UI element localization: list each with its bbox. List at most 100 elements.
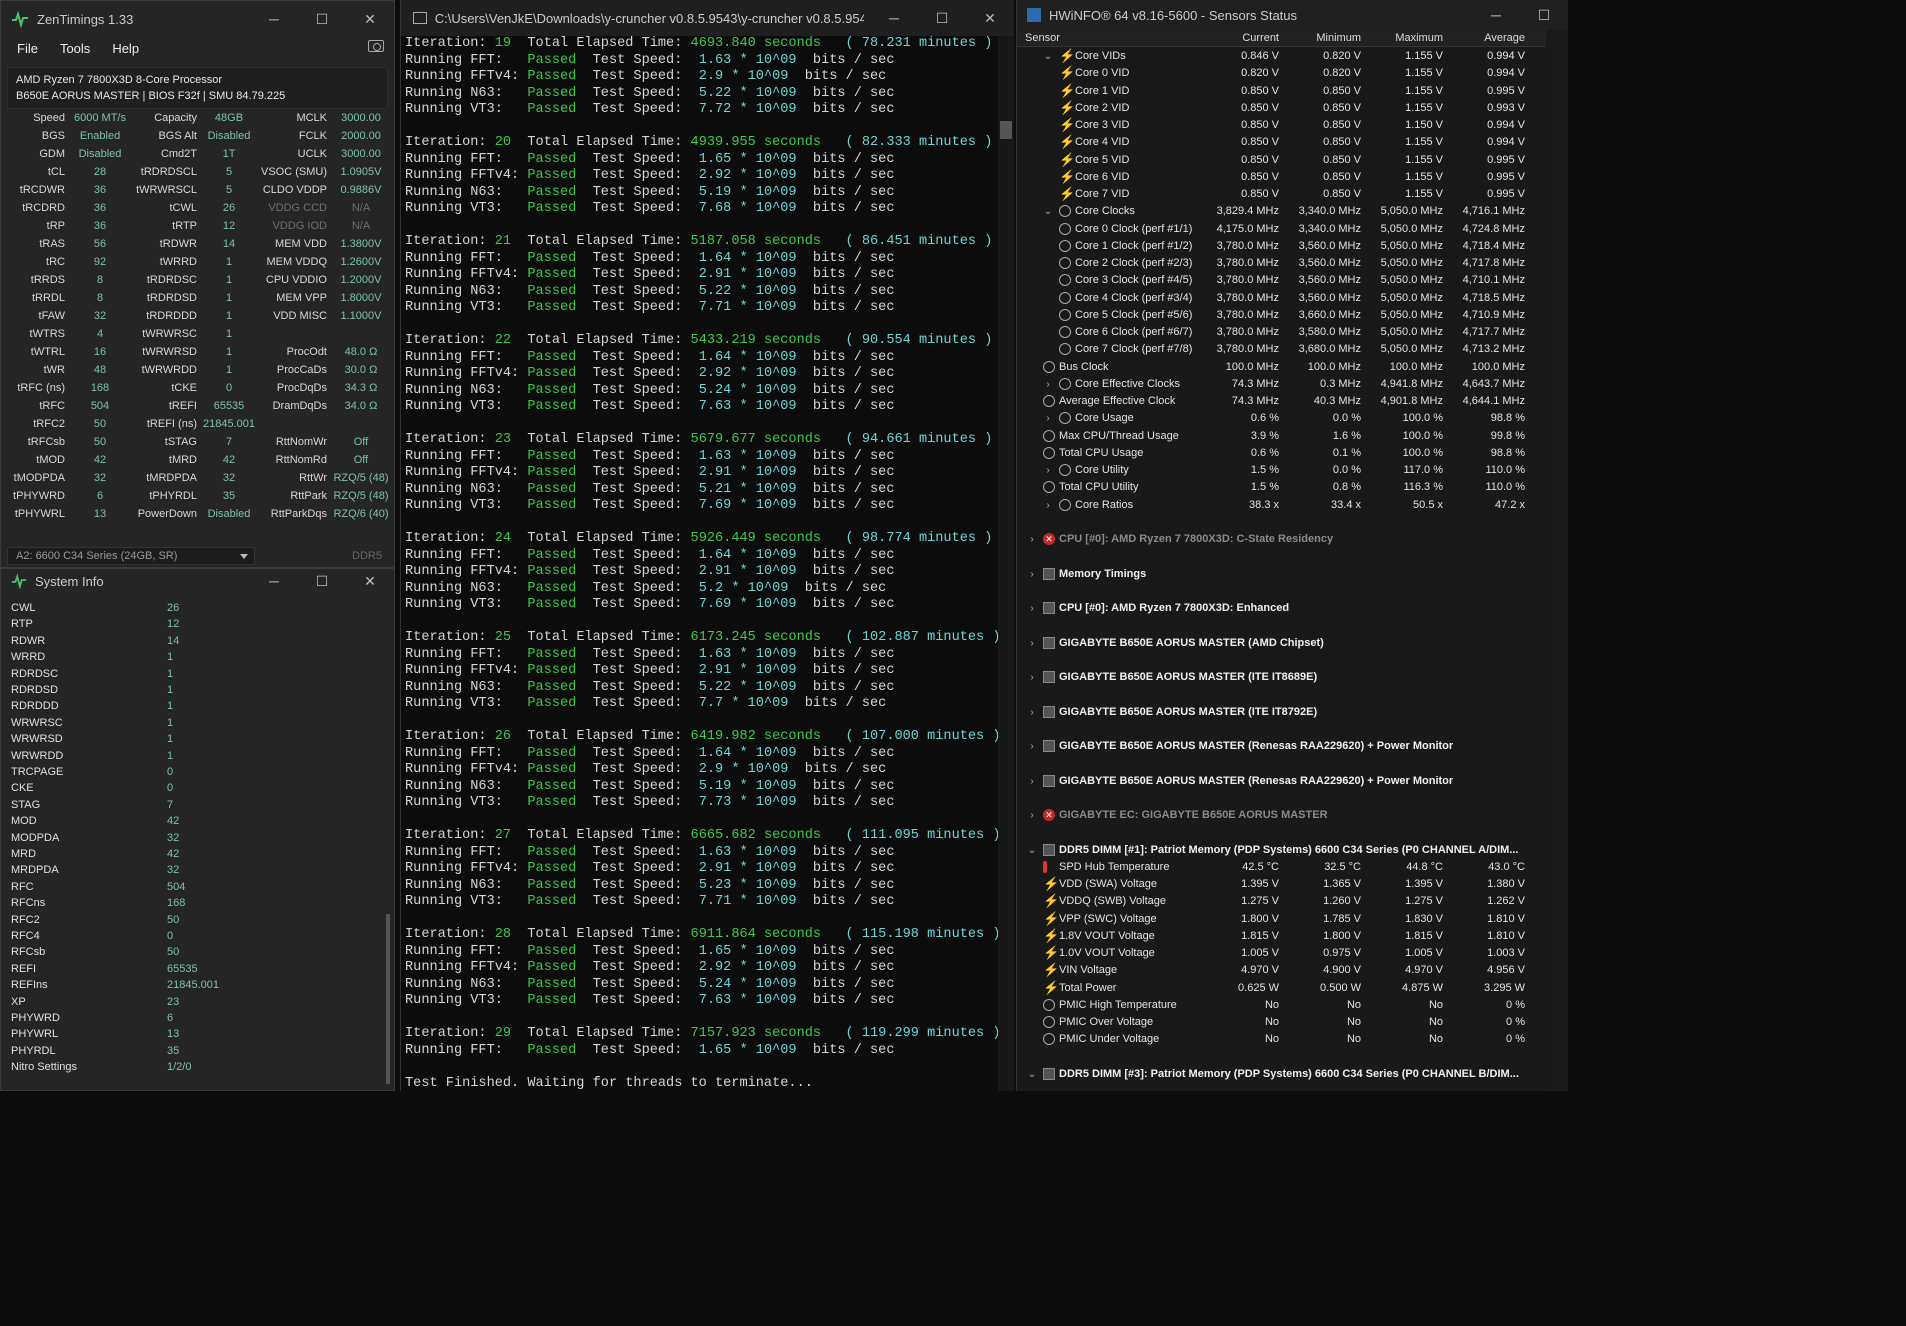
col-average[interactable]: Average	[1447, 30, 1525, 47]
sensor-row[interactable]: › Core Utility 1.5 % 0.0 % 117.0 % 110.0 %	[1017, 462, 1547, 479]
menu-file[interactable]: File	[17, 41, 38, 56]
console-titlebar[interactable]: C:\Users\VenJkE\Downloads\y-cruncher v0.…	[401, 0, 1014, 36]
col-maximum[interactable]: Maximum	[1365, 30, 1443, 47]
screenshot-camera-icon[interactable]	[368, 40, 384, 52]
sensor-current: 3,780.0 MHz	[1216, 239, 1279, 252]
collapse-chevron-icon[interactable]: ⌄	[1043, 48, 1053, 65]
sensor-row[interactable]: › Memory Timings	[1017, 566, 1547, 583]
col-current[interactable]: Current	[1201, 30, 1279, 47]
sensor-row[interactable]: › Core Effective Clocks 74.3 MHz 0.3 MHz 4,9…	[1017, 376, 1547, 393]
timing-value: 21845.001	[203, 418, 255, 430]
sensor-row: Core 6 Clock (perf #6/7) 3,780.0 MHz 3,580…	[1017, 324, 1547, 341]
lightning-icon: ⚡	[1043, 876, 1060, 891]
close-icon[interactable]: ✕	[966, 10, 1014, 27]
expand-chevron-icon[interactable]: ›	[1027, 566, 1037, 583]
collapse-chevron-icon[interactable]: ⌄	[1027, 842, 1037, 859]
console-text: Passed	[527, 102, 577, 117]
minimize-icon[interactable]: ─	[1472, 7, 1520, 24]
console-text: Running FFT:	[405, 151, 528, 167]
sensor-average: 0.993 V	[1487, 101, 1525, 114]
console-text: Test Finished. Waiting for threads to te…	[405, 1075, 813, 1091]
collapse-chevron-icon[interactable]: ⌄	[1043, 203, 1053, 220]
sensor-row[interactable]: ⌄ DDR5 DIMM [#3]: Patriot Memory (PDP Sys…	[1017, 1066, 1547, 1083]
sysinfo-value: 26	[167, 602, 180, 614]
console-text: bits / sec	[796, 52, 895, 68]
sensor-average: 0.995 V	[1487, 153, 1525, 166]
sensor-row[interactable]: › GIGABYTE B650E AORUS MASTER (Renesas RA…	[1017, 738, 1547, 755]
sensor-row[interactable]: › GIGABYTE B650E AORUS MASTER (Renesas RA…	[1017, 773, 1547, 790]
expand-chevron-icon[interactable]: ›	[1043, 376, 1053, 393]
sysinfo-scrollbar[interactable]	[386, 914, 390, 1084]
sensor-name: Total CPU Usage	[1059, 446, 1144, 459]
timing-label: ProcDqDs	[276, 382, 327, 394]
sensor-row[interactable]: › GIGABYTE B650E AORUS MASTER (ITE IT8792…	[1017, 704, 1547, 721]
clock-icon	[1059, 274, 1071, 287]
expand-chevron-icon[interactable]: ›	[1027, 531, 1037, 548]
col-sensor[interactable]: Sensor	[1025, 30, 1060, 47]
expand-chevron-icon[interactable]: ›	[1027, 704, 1037, 721]
hwinfo-titlebar[interactable]: HWiNFO® 64 v8.16-5600 - Sensors Status ─…	[1017, 0, 1568, 30]
minimize-icon[interactable]: ─	[250, 573, 298, 590]
console-text: 5.22 * 10^09	[698, 85, 797, 101]
expand-chevron-icon[interactable]: ›	[1027, 635, 1037, 652]
console-text: Test Speed:	[576, 679, 699, 695]
console-line	[405, 317, 995, 334]
console-text: 6173.245 seconds	[690, 630, 822, 645]
maximize-icon[interactable]: ☐	[1520, 7, 1568, 24]
maximize-icon[interactable]: ☐	[298, 573, 346, 590]
console-line: Running N63: Passed Test Speed: 5.24 * 1…	[405, 977, 995, 994]
console-text: 1.65 * 10^09	[698, 151, 797, 167]
console-scrollbar[interactable]	[998, 36, 1014, 1091]
col-minimum[interactable]: Minimum	[1283, 30, 1361, 47]
timing-value: 3000.00	[341, 112, 381, 124]
sensor-row[interactable]: ⌄ DDR5 DIMM [#1]: Patriot Memory (PDP Sys…	[1017, 842, 1547, 859]
console-text: Test Speed:	[576, 861, 699, 876]
sensor-row[interactable]: ⌄ ⚡ Core VIDs 0.846 V 0.820 V 1.155 V 0.994 V	[1017, 48, 1547, 65]
sensor-row[interactable]: › GIGABYTE B650E AORUS MASTER (ITE IT8689…	[1017, 669, 1547, 686]
minimize-icon[interactable]: ─	[870, 10, 918, 27]
sensor-row[interactable]: › ✕ GIGABYTE EC: GIGABYTE B650E AORUS MAST…	[1017, 807, 1547, 824]
console-text: 5.24 * 10^09	[698, 976, 797, 992]
console-scroll-thumb[interactable]	[1000, 121, 1012, 139]
sensor-current: 0.820 V	[1241, 67, 1279, 80]
sensor-average: 0.994 V	[1487, 67, 1525, 80]
expand-chevron-icon[interactable]: ›	[1027, 600, 1037, 617]
zentimings-titlebar[interactable]: ZenTimings 1.33 ─ ☐ ✕	[1, 1, 394, 37]
timing-value: RZQ/5 (48)	[333, 490, 389, 502]
timing-label: tRDRDSC	[146, 274, 197, 286]
expand-chevron-icon[interactable]: ›	[1043, 462, 1053, 479]
console-text: Passed	[527, 382, 577, 398]
close-icon[interactable]: ✕	[346, 573, 394, 590]
sensor-row[interactable]: › CPU [#0]: AMD Ryzen 7 7800X3D: Enhanced	[1017, 600, 1547, 617]
sensor-name: DDR5 DIMM [#3]: Patriot Memory (PDP Syst…	[1059, 1067, 1519, 1080]
expand-chevron-icon[interactable]: ›	[1027, 738, 1037, 755]
sensor-minimum: 0.850 V	[1323, 188, 1361, 200]
maximize-icon[interactable]: ☐	[298, 11, 346, 28]
menu-help[interactable]: Help	[112, 41, 139, 56]
sensor-row[interactable]: ⌄ Core Clocks 3,829.4 MHz 3,340.0 MHz 5,050.…	[1017, 203, 1547, 220]
timing-value: 34.0 Ω	[344, 400, 378, 412]
expand-chevron-icon[interactable]: ›	[1027, 773, 1037, 790]
close-icon[interactable]: ✕	[346, 11, 394, 28]
sysinfo-titlebar[interactable]: System Info ─ ☐ ✕	[1, 569, 394, 593]
sensor-name: GIGABYTE EC: GIGABYTE B650E AORUS MASTER	[1059, 809, 1328, 821]
sensor-row[interactable]: › Core Ratios 38.3 x 33.4 x 50.5 x 47.2 x	[1017, 497, 1547, 514]
minimize-icon[interactable]: ─	[250, 11, 298, 28]
menu-tools[interactable]: Tools	[60, 41, 90, 56]
expand-chevron-icon[interactable]: ›	[1043, 410, 1053, 427]
hwinfo-scrollbar[interactable]	[1546, 30, 1568, 1091]
expand-chevron-icon[interactable]: ›	[1027, 807, 1037, 824]
dimm-select[interactable]: A2: 6600 C34 Series (24GB, SR)	[7, 547, 255, 565]
sysinfo-value: 35	[167, 1044, 180, 1057]
timing-label: tCL	[47, 166, 65, 178]
sensor-row[interactable]: › GIGABYTE B650E AORUS MASTER (AMD Chipse…	[1017, 635, 1547, 652]
sensor-row[interactable]: › Core Usage 0.6 % 0.0 % 100.0 % 98.8 %	[1017, 410, 1547, 427]
expand-chevron-icon[interactable]: ›	[1027, 669, 1037, 686]
expand-chevron-icon[interactable]: ›	[1043, 497, 1053, 514]
sysinfo-row: WRWRDD 1	[11, 748, 381, 764]
maximize-icon[interactable]: ☐	[918, 10, 966, 27]
console-text: Test Speed:	[576, 745, 699, 761]
collapse-chevron-icon[interactable]: ⌄	[1027, 1066, 1037, 1083]
sensor-row[interactable]: › ✕ CPU [#0]: AMD Ryzen 7 7800X3D: C-State…	[1017, 531, 1547, 548]
clock-icon	[1043, 1016, 1055, 1028]
